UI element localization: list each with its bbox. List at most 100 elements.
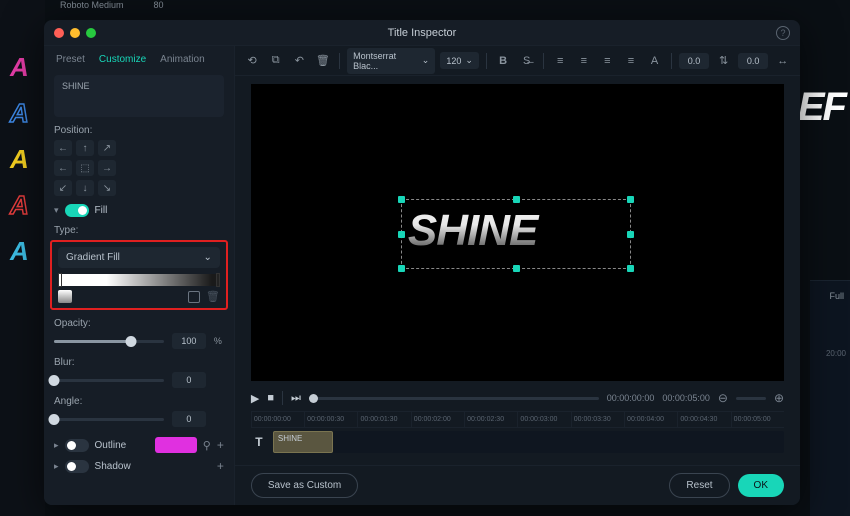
align-left-icon[interactable]: ≡ — [551, 51, 570, 71]
align-center-icon[interactable]: ≡ — [574, 51, 593, 71]
blur-slider[interactable] — [54, 379, 164, 382]
scrubber[interactable] — [309, 397, 599, 400]
pos-l2[interactable]: ← — [54, 160, 72, 176]
bg-right-text: EF — [798, 85, 845, 130]
pos-left[interactable]: ← — [54, 140, 72, 156]
resize-handle[interactable] — [398, 231, 405, 238]
pos-up[interactable]: ↑ — [76, 140, 94, 156]
gradient-stop-end[interactable] — [216, 273, 220, 287]
angle-label: Angle: — [54, 396, 224, 407]
preview-canvas[interactable]: SHINE — [251, 84, 784, 381]
text-transform-icon[interactable]: A — [645, 51, 664, 71]
group-icon[interactable]: ⧉ — [266, 51, 285, 71]
gradient-stop-start[interactable] — [58, 273, 62, 287]
bg-sample-letter: A — [10, 144, 29, 175]
ruler-tick: 00:00:05:00 — [731, 412, 784, 427]
play-icon[interactable]: ▶ — [251, 392, 259, 405]
spacing-1-input[interactable]: 0.0 — [679, 53, 710, 69]
outline-color-swatch[interactable] — [155, 437, 197, 453]
align-justify-icon[interactable]: ≡ — [622, 51, 641, 71]
zoom-icon[interactable] — [86, 28, 96, 38]
text-selection-box[interactable]: SHINE — [401, 199, 631, 269]
resize-handle[interactable] — [627, 196, 634, 203]
tab-customize[interactable]: Customize — [99, 54, 146, 65]
blur-value[interactable]: 0 — [172, 372, 206, 388]
tab-preset[interactable]: Preset — [56, 54, 85, 65]
gradient-swatch[interactable] — [58, 290, 72, 303]
pos-upr[interactable]: ↗ — [98, 140, 116, 156]
slider-thumb[interactable] — [49, 414, 60, 425]
title-inspector-window: Title Inspector ? Preset Customize Anima… — [44, 20, 800, 505]
tab-animation[interactable]: Animation — [160, 54, 204, 65]
track-area[interactable]: SHINE — [273, 431, 784, 453]
chevron-right-icon[interactable]: ▸ — [54, 461, 59, 472]
reset-button[interactable]: Reset — [669, 473, 729, 498]
pos-right[interactable]: → — [98, 160, 116, 176]
add-icon[interactable]: + — [217, 459, 224, 473]
bg-sample-letter: A — [10, 52, 29, 83]
shadow-toggle[interactable] — [65, 460, 89, 473]
zoom-in-icon[interactable]: ⊕ — [774, 391, 784, 405]
pos-dl[interactable]: ↙ — [54, 180, 72, 196]
resize-handle[interactable] — [398, 265, 405, 272]
window-controls[interactable] — [54, 28, 96, 38]
outline-title: Outline — [95, 440, 127, 451]
font-size-select[interactable]: 120 ⌄ — [440, 52, 479, 69]
scrubber-thumb[interactable] — [309, 394, 318, 403]
chevron-down-icon[interactable]: ▾ — [54, 205, 59, 216]
eyedropper-icon[interactable]: ⚲ — [203, 439, 211, 452]
pos-center[interactable]: ⬚ — [76, 160, 94, 176]
fill-type-select[interactable]: Gradient Fill ⌄ — [58, 247, 220, 268]
fill-toggle[interactable] — [65, 204, 89, 217]
pos-dr[interactable]: ↘ — [98, 180, 116, 196]
gradient-editor[interactable] — [58, 274, 220, 286]
opacity-slider[interactable] — [54, 340, 164, 343]
text-preview[interactable]: SHINE — [54, 75, 224, 117]
resize-handle[interactable] — [513, 265, 520, 272]
ruler-tick: 00:00:01:30 — [357, 412, 410, 427]
letter-spacing-icon[interactable]: ↔ — [773, 51, 792, 71]
ruler-tick: 00:00:04:30 — [677, 412, 730, 427]
help-icon[interactable]: ? — [776, 26, 790, 40]
minimize-icon[interactable] — [70, 28, 80, 38]
spacing-2-input[interactable]: 0.0 — [738, 53, 769, 69]
outline-toggle[interactable] — [65, 439, 89, 452]
ruler-tick: 00:00:03:30 — [571, 412, 624, 427]
transform-tool-icon[interactable]: ⟲ — [243, 51, 262, 71]
canvas-text[interactable]: SHINE — [402, 200, 630, 262]
trash-icon[interactable]: 🗑 — [206, 290, 220, 303]
zoom-out-icon[interactable]: ⊖ — [718, 391, 728, 405]
ok-button[interactable]: OK — [738, 474, 784, 497]
angle-value[interactable]: 0 — [172, 411, 206, 427]
line-height-icon[interactable]: ⇅ — [714, 51, 733, 71]
playback-bar: ▶ ■ ⏭ 00:00:00:00 00:00:05:00 ⊖ ⊕ — [235, 385, 800, 411]
bold-icon[interactable]: B — [494, 51, 513, 71]
opacity-value[interactable]: 100 — [172, 333, 206, 349]
undo-icon[interactable]: ↶ — [290, 51, 309, 71]
chevron-right-icon[interactable]: ▸ — [54, 440, 59, 451]
resize-handle[interactable] — [627, 265, 634, 272]
resize-handle[interactable] — [627, 231, 634, 238]
angle-slider[interactable] — [54, 418, 164, 421]
close-icon[interactable] — [54, 28, 64, 38]
font-family-select[interactable]: Montserrat Blac... ⌄ — [347, 48, 435, 74]
align-right-icon[interactable]: ≡ — [598, 51, 617, 71]
shadow-title: Shadow — [95, 461, 131, 472]
save-custom-button[interactable]: Save as Custom — [251, 473, 358, 498]
save-preset-icon[interactable] — [188, 291, 200, 303]
pos-down[interactable]: ↓ — [76, 180, 94, 196]
track-label: T — [251, 435, 267, 449]
resize-handle[interactable] — [513, 196, 520, 203]
slider-thumb[interactable] — [49, 375, 60, 386]
title-clip[interactable]: SHINE — [273, 431, 333, 453]
stop-icon[interactable]: ■ — [267, 392, 274, 404]
resize-handle[interactable] — [398, 196, 405, 203]
timeline-ruler[interactable]: 00:00:00:00 00:00:00:30 00:00:01:30 00:0… — [251, 412, 784, 428]
skip-icon[interactable]: ⏭ — [291, 392, 301, 405]
add-icon[interactable]: + — [217, 438, 224, 452]
strikethrough-icon[interactable]: S̶ — [517, 51, 536, 71]
slider-thumb[interactable] — [125, 336, 136, 347]
trash-icon[interactable]: 🗑 — [314, 51, 333, 71]
bg-size-label: 80 — [154, 0, 164, 14]
zoom-slider[interactable] — [736, 397, 766, 400]
